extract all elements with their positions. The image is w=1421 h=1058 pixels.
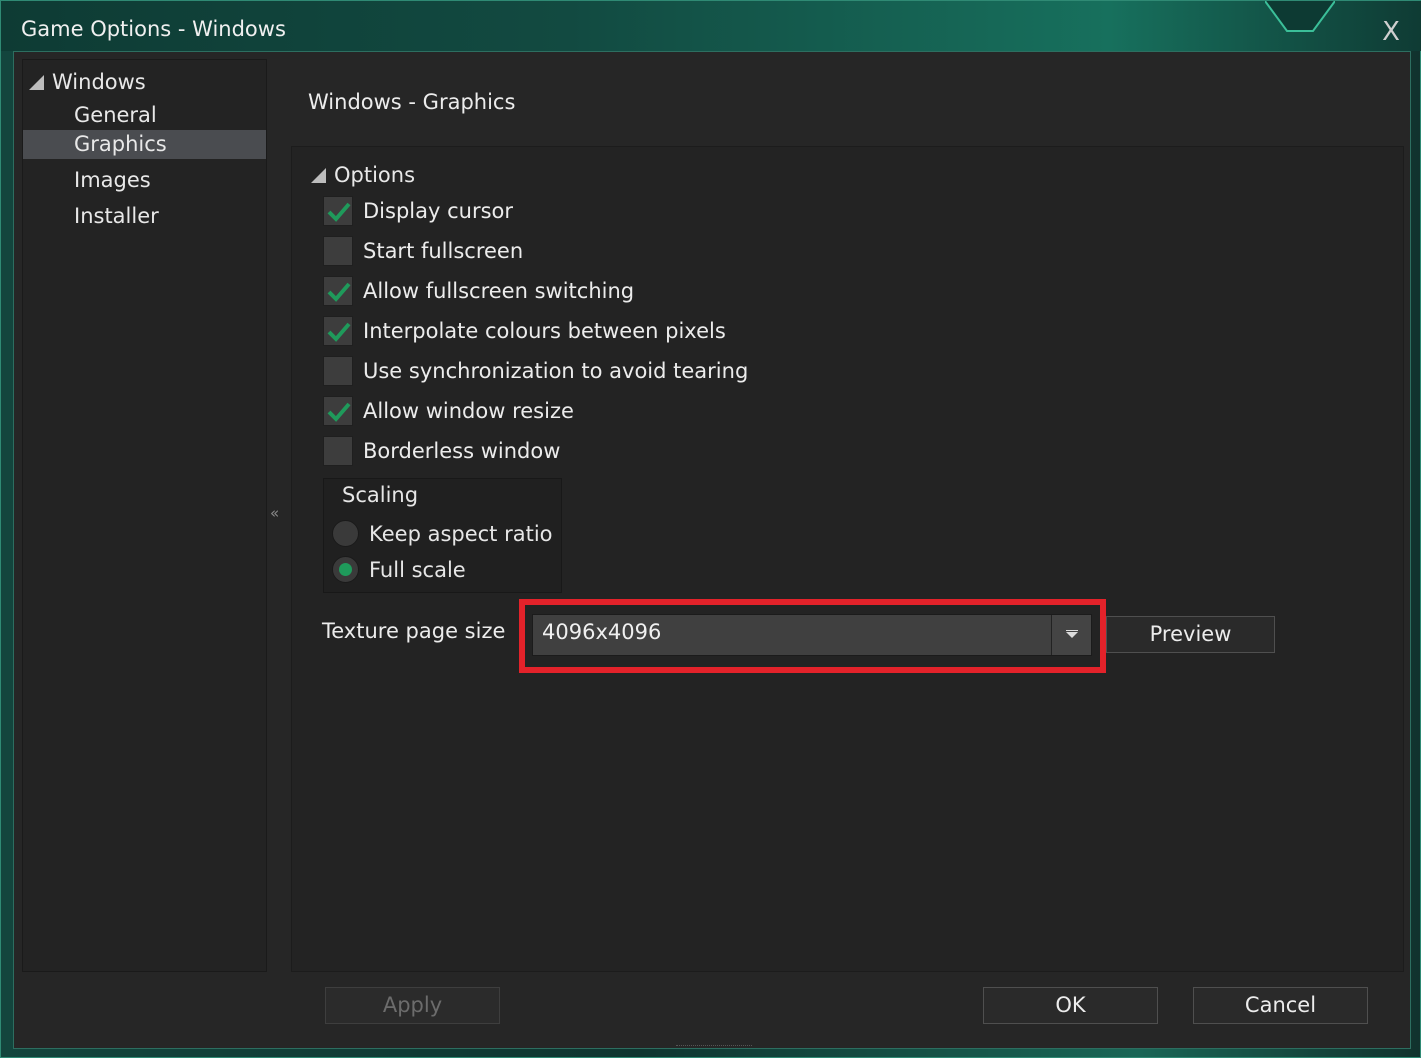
apply-button[interactable]: Apply	[325, 987, 500, 1024]
texture-page-size-dropdown[interactable]: 4096x4096	[532, 614, 1092, 656]
options-expander[interactable]: Options	[311, 163, 415, 187]
tree-item-images[interactable]: Images	[23, 166, 266, 195]
tree-item-label: Graphics	[74, 132, 167, 156]
ok-button[interactable]: OK	[983, 987, 1158, 1024]
check-icon	[327, 402, 351, 422]
checkbox-label: Interpolate colours between pixels	[363, 319, 726, 343]
tree-item-graphics[interactable]: Graphics	[23, 130, 266, 159]
tree-item-label: Images	[74, 168, 151, 192]
scaling-group-title: Scaling	[342, 483, 419, 507]
checkbox[interactable]	[323, 196, 353, 226]
radio-label: Keep aspect ratio	[369, 522, 553, 546]
tree-item-general[interactable]: General	[23, 101, 266, 130]
close-icon: X	[1382, 17, 1400, 47]
close-button[interactable]: X	[1373, 15, 1409, 49]
preview-button[interactable]: Preview	[1106, 616, 1275, 653]
checkbox-label: Allow fullscreen switching	[363, 279, 635, 303]
radio-selected-dot	[339, 563, 352, 576]
options-panel: Options Display cursor Start fullscreen …	[291, 146, 1404, 972]
tree-item-installer[interactable]: Installer	[23, 202, 266, 231]
dropdown-bar-icon	[1066, 630, 1078, 631]
radio-button[interactable]	[332, 520, 359, 547]
check-icon	[327, 322, 351, 342]
radio-button[interactable]	[332, 556, 359, 583]
radio-label: Full scale	[369, 558, 466, 582]
checkbox-label: Borderless window	[363, 439, 561, 463]
checkbox[interactable]	[323, 396, 353, 426]
checkbox-label: Allow window resize	[363, 399, 574, 423]
texture-page-size-label: Texture page size	[322, 619, 506, 643]
dropdown-arrow-button[interactable]	[1051, 615, 1091, 655]
title-bar[interactable]: Game Options - Windows X	[1, 1, 1421, 51]
collapse-sidebar-icon[interactable]: «	[270, 504, 279, 522]
checkbox[interactable]	[323, 316, 353, 346]
tree-item-label: Windows	[52, 70, 146, 94]
settings-tree: Windows General Graphics Images Installe…	[22, 59, 267, 972]
cancel-button[interactable]: Cancel	[1193, 987, 1368, 1024]
expanded-triangle-icon	[29, 75, 44, 90]
checkbox-label: Start fullscreen	[363, 239, 524, 263]
checkbox[interactable]	[323, 436, 353, 466]
game-options-window: Game Options - Windows X Windows General…	[0, 0, 1421, 1058]
tree-item-label: General	[74, 103, 157, 127]
window-title: Game Options - Windows	[21, 17, 286, 41]
check-icon	[327, 202, 351, 222]
resize-grip[interactable]	[676, 1045, 752, 1048]
expanded-triangle-icon	[311, 168, 326, 183]
tree-item-windows[interactable]: Windows	[29, 68, 146, 97]
checkbox[interactable]	[323, 236, 353, 266]
checkbox[interactable]	[323, 356, 353, 386]
tree-item-label: Installer	[74, 204, 159, 228]
options-header: Options	[334, 163, 416, 187]
check-icon	[327, 282, 351, 302]
checkbox[interactable]	[323, 276, 353, 306]
checkbox-label: Display cursor	[363, 199, 513, 223]
chevron-down-icon	[1066, 632, 1078, 638]
page-title: Windows - Graphics	[308, 90, 516, 114]
titlebar-notch-decoration	[1265, 1, 1335, 32]
checkbox-label: Use synchronization to avoid tearing	[363, 359, 749, 383]
dialog-body: Windows General Graphics Images Installe…	[13, 51, 1411, 1049]
scaling-group: Scaling Keep aspect ratio Full scale	[323, 478, 562, 593]
dropdown-selected-value: 4096x4096	[542, 620, 662, 644]
